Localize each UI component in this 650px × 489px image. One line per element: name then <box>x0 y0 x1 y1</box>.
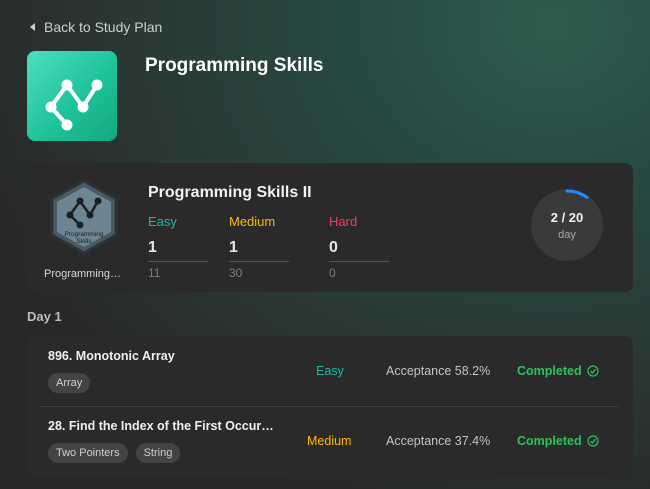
badge-caption: Programming Skills <box>44 268 124 280</box>
stat-medium: Medium 1 30 <box>229 214 289 280</box>
status-label: Completed <box>517 364 582 378</box>
stat-hard-label: Hard <box>329 214 358 229</box>
badge-text-line1: Programming <box>64 231 103 238</box>
stat-medium-total: 30 <box>229 266 243 280</box>
difficulty-label: Medium <box>307 434 352 448</box>
progress-ring-text: 2 / 20 day <box>529 187 605 263</box>
status-completed: Completed <box>517 364 599 378</box>
stat-easy-total: 11 <box>148 266 161 280</box>
check-circle-icon <box>586 435 599 447</box>
badge-text-line2: Skills <box>76 238 92 245</box>
tag[interactable]: String <box>135 443 181 463</box>
caret-left-icon <box>30 23 35 31</box>
progress-unit: day <box>558 228 576 241</box>
question-title[interactable]: 896. Monotonic Array <box>48 349 276 363</box>
question-list: 896. Monotonic Array Array Easy Acceptan… <box>27 336 633 477</box>
study-plan-logo <box>27 51 117 141</box>
tag[interactable]: Array <box>48 373 91 393</box>
question-tags: Two Pointers String <box>48 443 181 463</box>
stat-easy-label: Easy <box>148 214 177 229</box>
stat-easy-completed: 1 <box>148 239 208 262</box>
stat-easy: Easy 1 11 <box>148 214 208 280</box>
plan-badge: Programming Skills Programming Skills <box>44 177 124 280</box>
stat-hard-total: 0 <box>329 266 336 280</box>
stat-medium-completed: 1 <box>229 239 289 262</box>
question-title[interactable]: 28. Find the Index of the First Occurren… <box>48 419 276 433</box>
tag[interactable]: Two Pointers <box>48 443 128 463</box>
hexagon-badge-icon: Programming Skills <box>50 179 118 255</box>
zigzag-nodes-icon <box>45 79 103 131</box>
page-title: Programming Skills <box>145 55 324 76</box>
question-tags: Array <box>48 373 91 393</box>
back-to-study-plan-link[interactable]: Back to Study Plan <box>30 19 162 35</box>
status-label: Completed <box>517 434 582 448</box>
day-label: Day 1 <box>27 309 62 324</box>
stat-hard: Hard 0 0 <box>329 214 389 280</box>
plan-title: Programming Skills II <box>148 184 312 201</box>
check-circle-icon <box>586 365 599 377</box>
question-row[interactable]: 28. Find the Index of the First Occurren… <box>27 406 633 476</box>
stat-medium-label: Medium <box>229 214 276 229</box>
question-row[interactable]: 896. Monotonic Array Array Easy Acceptan… <box>27 336 633 406</box>
acceptance-rate: Acceptance 37.4% <box>386 434 491 448</box>
acceptance-rate: Acceptance 58.2% <box>386 364 491 378</box>
status-completed: Completed <box>517 434 599 448</box>
difficulty-label: Easy <box>316 364 344 378</box>
study-plan-card[interactable]: Programming Skills Programming Skills Pr… <box>27 163 633 292</box>
back-link-label: Back to Study Plan <box>44 19 163 35</box>
progress-count: 2 / 20 <box>550 209 584 225</box>
stat-hard-completed: 0 <box>329 239 389 262</box>
